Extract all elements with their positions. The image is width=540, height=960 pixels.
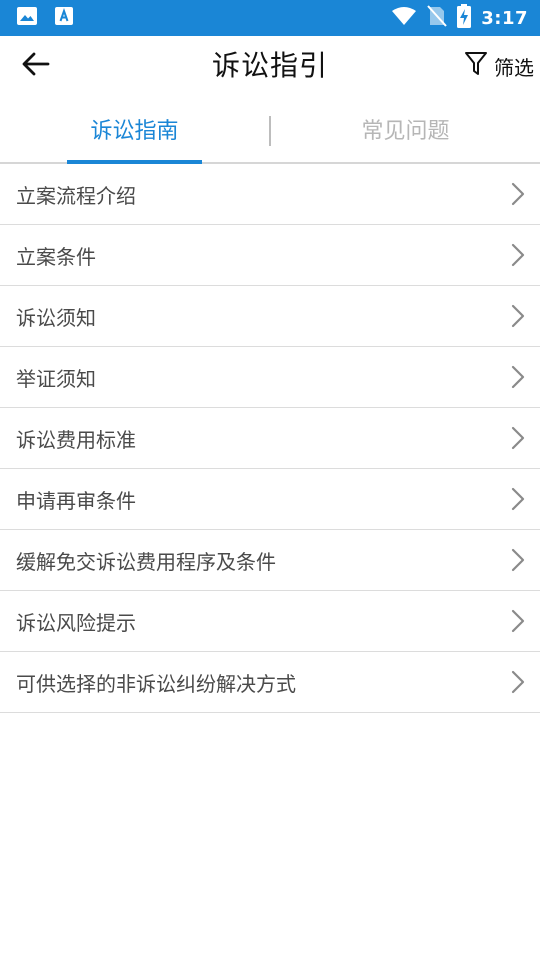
- list-item-alternative-dispute-resolution[interactable]: 可供选择的非诉讼纠纷解决方式: [0, 652, 540, 713]
- list-item-label: 立案流程介绍: [16, 183, 136, 208]
- guide-list: 立案流程介绍 立案条件 诉讼须知 举证须知 诉讼费用标准 申请再审条件 缓解免交…: [0, 164, 540, 713]
- tab-bar: 诉讼指南 常见问题: [0, 96, 540, 164]
- list-item-label: 缓解免交诉讼费用程序及条件: [16, 549, 276, 574]
- list-item-case-filing-process[interactable]: 立案流程介绍: [0, 164, 540, 225]
- funnel-icon: [464, 51, 488, 81]
- filter-label: 筛选: [494, 55, 534, 80]
- wifi-icon: [391, 6, 417, 30]
- list-item-litigation-notice[interactable]: 诉讼须知: [0, 286, 540, 347]
- image-notification-icon: [16, 6, 38, 30]
- list-item-label: 诉讼风险提示: [16, 610, 136, 635]
- no-sim-icon: [427, 5, 447, 31]
- battery-charging-icon: [457, 4, 472, 32]
- chevron-right-icon: [510, 548, 526, 572]
- filter-button[interactable]: 筛选: [464, 50, 534, 82]
- status-bar: 3:17: [0, 0, 540, 36]
- app-toolbar: 诉讼指引 筛选: [0, 36, 540, 96]
- chevron-right-icon: [510, 609, 526, 633]
- tab-faq[interactable]: 常见问题: [338, 96, 473, 162]
- chevron-right-icon: [510, 182, 526, 206]
- tab-divider: [269, 116, 271, 146]
- list-item-label: 可供选择的非诉讼纠纷解决方式: [16, 671, 296, 696]
- list-item-risk-warning[interactable]: 诉讼风险提示: [0, 591, 540, 652]
- list-item-filing-conditions[interactable]: 立案条件: [0, 225, 540, 286]
- chevron-right-icon: [510, 304, 526, 328]
- tab-litigation-guide[interactable]: 诉讼指南: [67, 96, 202, 162]
- list-item-label: 诉讼费用标准: [16, 427, 136, 452]
- list-item-evidence-notice[interactable]: 举证须知: [0, 347, 540, 408]
- list-item-label: 申请再审条件: [16, 488, 136, 513]
- chevron-right-icon: [510, 670, 526, 694]
- chevron-right-icon: [510, 426, 526, 450]
- chevron-right-icon: [510, 243, 526, 267]
- status-bar-system: 3:17: [391, 4, 528, 32]
- app-notification-icon: [54, 6, 74, 30]
- status-bar-notifications: [16, 7, 74, 29]
- chevron-right-icon: [510, 365, 526, 389]
- list-item-fee-relief-procedure[interactable]: 缓解免交诉讼费用程序及条件: [0, 530, 540, 591]
- list-item-label: 立案条件: [16, 244, 96, 269]
- list-item-label: 诉讼须知: [16, 305, 96, 330]
- chevron-right-icon: [510, 487, 526, 511]
- list-item-label: 举证须知: [16, 366, 96, 391]
- list-item-fee-standards[interactable]: 诉讼费用标准: [0, 408, 540, 469]
- page-title: 诉讼指引: [211, 49, 328, 82]
- list-item-retrial-conditions[interactable]: 申请再审条件: [0, 469, 540, 530]
- clock-time: 3:17: [481, 7, 528, 29]
